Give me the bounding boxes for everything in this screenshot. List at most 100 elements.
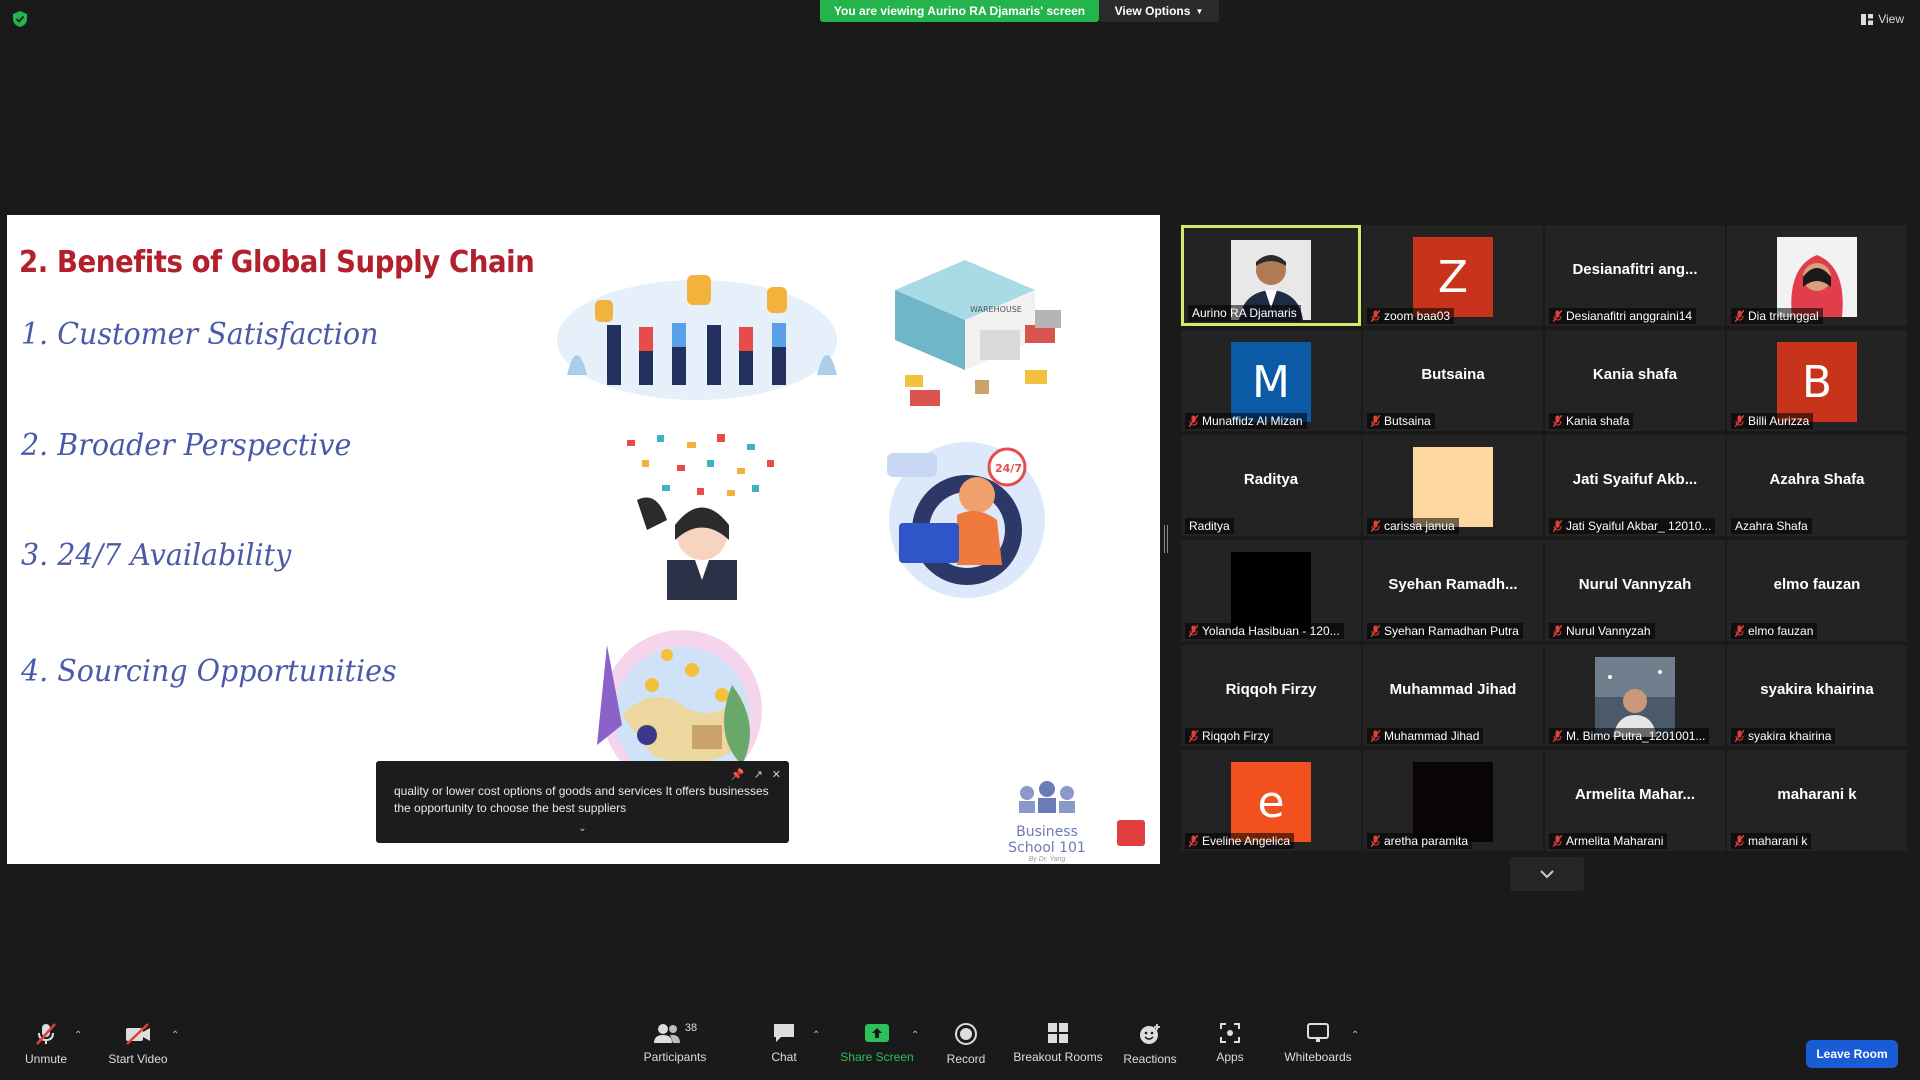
participant-tile[interactable]: syakira khairina syakira khairina [1727,645,1907,746]
participant-display-name: Muhammad Jihad [1389,681,1517,698]
view-button[interactable]: View [1861,12,1904,26]
participant-display-name: Jati Syaifuf Akb... [1572,471,1698,488]
participant-avatar: Z [1413,237,1493,317]
caption-text: quality or lower cost options of goods a… [394,784,769,815]
participant-tile[interactable]: M. Bimo Putra_1201001... [1545,645,1725,746]
whiteboards-label: Whiteboards [1284,1050,1352,1064]
chat-icon [774,1024,794,1042]
participants-button[interactable]: 38 Participants [640,1022,710,1076]
participant-display-name: syakira khairina [1760,681,1874,698]
participant-name-text: Butsaina [1384,414,1431,428]
support-247-illustration: 24/7 [887,442,1045,598]
participant-name-label: Raditya [1185,518,1234,534]
participant-tile[interactable]: Armelita Mahar... Armelita Maharani [1545,750,1725,851]
participant-display-name: Desianafitri ang... [1572,261,1698,278]
panel-splitter-handle[interactable] [1164,525,1168,553]
pin-icon[interactable]: 📌 [731,767,745,784]
participant-tile[interactable]: elmo fauzan elmo fauzan [1727,540,1907,641]
participant-tile[interactable]: Kania shafa Kania shafa [1545,330,1725,431]
grid-view-icon [1861,13,1874,25]
participant-name-text: Kania shafa [1566,414,1630,428]
participant-tile[interactable]: maharani k maharani k [1727,750,1907,851]
chat-options-caret[interactable]: ⌃ [812,1030,820,1041]
record-icon [955,1023,977,1045]
participant-tile[interactable]: Riqqoh Firzy Riqqoh Firzy [1181,645,1361,746]
microphone-muted-icon [1734,309,1745,323]
share-screen-button[interactable]: Share Screen [840,1022,914,1076]
slide-item-customer-satisfaction: 1. Customer Satisfaction [21,317,379,352]
reactions-button[interactable]: Reactions [1122,1022,1178,1076]
participant-name-label: Billi Aurizza [1731,413,1814,429]
security-shield-icon[interactable] [12,10,28,28]
participant-tile[interactable]: M Munaffidz Al Mizan [1181,330,1361,431]
whiteboard-options-caret[interactable]: ⌃ [1351,1030,1359,1041]
participant-tile[interactable]: Butsaina Butsaina [1363,330,1543,431]
close-icon[interactable]: ✕ [772,767,781,784]
participant-tile[interactable]: Nurul Vannyzah Nurul Vannyzah [1545,540,1725,641]
leave-room-button[interactable]: Leave Room [1806,1040,1898,1068]
share-options-caret[interactable]: ⌃ [911,1030,919,1041]
unmute-button[interactable]: Unmute [18,1022,74,1076]
participant-name-label: Syehan Ramadhan Putra [1367,623,1523,639]
participant-display-name: Armelita Mahar... [1574,786,1696,803]
microphone-muted-icon [1552,624,1563,638]
view-options-label: View Options [1114,4,1191,18]
apps-button[interactable]: Apps [1210,1022,1250,1076]
start-video-button[interactable]: Start Video [106,1022,170,1076]
participant-tile[interactable]: Syehan Ramadh... Syehan Ramadhan Putra [1363,540,1543,641]
viewing-screen-banner: You are viewing Aurino RA Djamaris' scre… [820,0,1099,22]
video-options-caret[interactable]: ⌃ [171,1030,179,1041]
participant-tile[interactable]: aretha paramita [1363,750,1543,851]
participant-tile[interactable]: e Eveline Angelica [1181,750,1361,851]
participant-tile[interactable]: Aurino RA Djamaris [1181,225,1361,326]
audio-options-caret[interactable]: ⌃ [74,1030,82,1041]
microphone-muted-icon [1188,834,1199,848]
participant-name-label: M. Bimo Putra_1201001... [1549,728,1710,744]
breakout-rooms-label: Breakout Rooms [1013,1050,1103,1064]
whiteboard-icon [1307,1023,1329,1042]
participant-name-text: Billi Aurizza [1748,414,1810,428]
participant-name-text: Riqqoh Firzy [1202,729,1270,743]
warehouse-sign: WAREHOUSE [970,305,1022,314]
microphone-muted-icon [36,1023,56,1045]
participant-tile[interactable]: Azahra Shafa Azahra Shafa [1727,435,1907,536]
gallery-scroll-down-button[interactable] [1510,857,1584,891]
breakout-rooms-button[interactable]: Breakout Rooms [1012,1022,1104,1076]
participant-tile[interactable]: Dia tritunggal [1727,225,1907,326]
caption-controls: 📌 ↗ ✕ [731,767,781,784]
slide-item-sourcing: 4. Sourcing Opportunities [21,654,397,689]
participant-tile[interactable]: Raditya Raditya [1181,435,1361,536]
participant-name-label: Desianafitri anggraini14 [1549,308,1697,324]
participant-display-name: Riqqoh Firzy [1225,681,1317,698]
reactions-smiley-icon [1140,1024,1160,1044]
microphone-muted-icon [1370,519,1381,533]
popout-icon[interactable]: ↗ [754,767,763,784]
participant-name-label: Azahra Shafa [1731,518,1812,534]
participants-icon [653,1024,680,1043]
participant-tile[interactable]: Yolanda Hasibuan - 120... [1181,540,1361,641]
chevron-down-icon[interactable]: ⌄ [578,820,586,837]
participant-name-text: Dia tritunggal [1748,309,1819,323]
participant-name-text: Aurino RA Djamaris [1192,306,1297,320]
video-off-icon [126,1023,150,1045]
participant-display-name: Syehan Ramadh... [1388,576,1518,593]
view-options-button[interactable]: View Options ▼ [1099,0,1219,22]
participant-tile[interactable]: Jati Syaifuf Akb... Jati Syaiful Akbar_ 1… [1545,435,1725,536]
participant-name-text: Raditya [1189,519,1230,533]
chat-button[interactable]: Chat [762,1022,806,1076]
microphone-muted-icon [1552,414,1563,428]
participant-tile[interactable]: Desianafitri ang... Desianafitri anggrain… [1545,225,1725,326]
participant-name-label: Dia tritunggal [1731,308,1823,324]
participant-name-label: Armelita Maharani [1549,833,1668,849]
record-button[interactable]: Record [944,1022,988,1076]
participant-tile[interactable]: Muhammad Jihad Muhammad Jihad [1363,645,1543,746]
whiteboards-button[interactable]: Whiteboards [1282,1022,1354,1076]
view-label: View [1878,12,1904,26]
participant-tile[interactable]: Zzoom baa03 [1363,225,1543,326]
participant-tile[interactable]: carissa janua [1363,435,1543,536]
participant-name-text: Jati Syaiful Akbar_ 12010... [1566,519,1712,533]
participant-avatar: B [1777,342,1857,422]
business-school-logo: Business School 101 By Dr. Yang [992,775,1102,863]
participant-tile[interactable]: B Billi Aurizza [1727,330,1907,431]
microphone-muted-icon [1370,309,1381,323]
